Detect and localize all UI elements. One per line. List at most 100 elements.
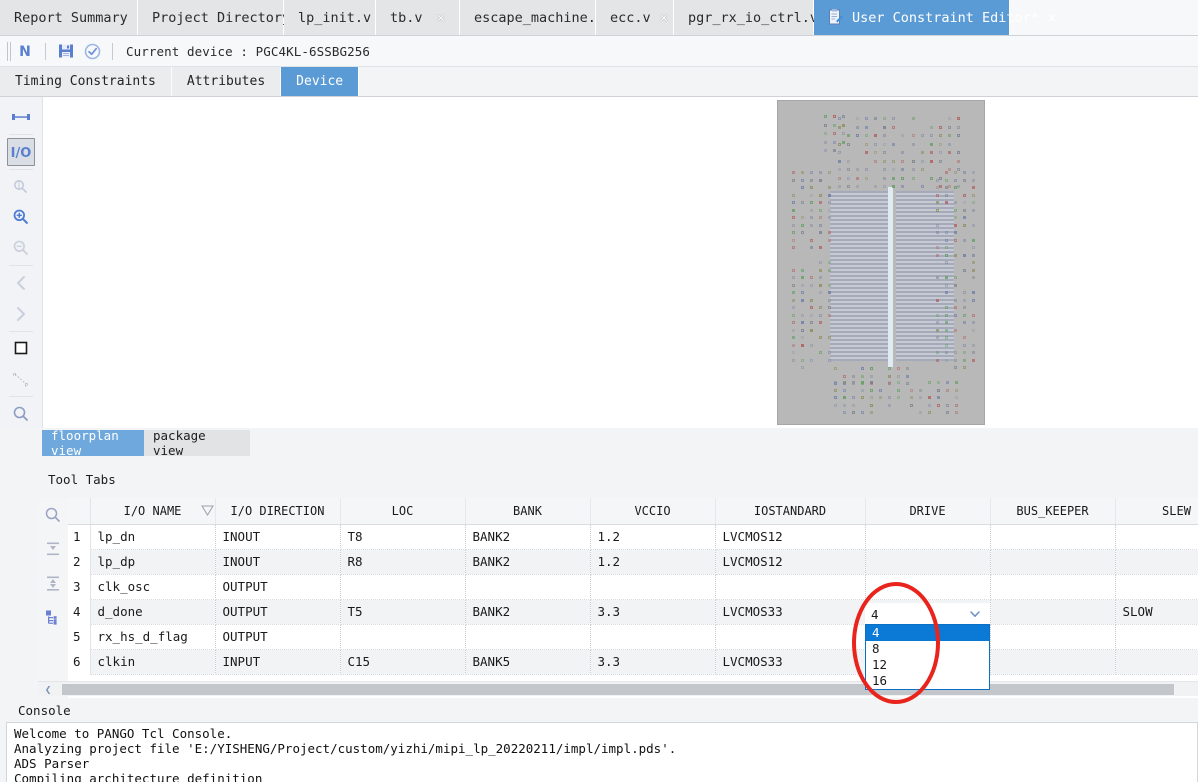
expand-all-icon[interactable] [42, 572, 64, 594]
check-icon[interactable] [79, 40, 105, 62]
view-tab-package-view[interactable]: package view [144, 428, 250, 458]
table-row[interactable]: 1 lp_dn INOUT T8 BANK2 1.2 LVCMOS12 [68, 524, 1198, 550]
column-header-slew[interactable]: SLEW [1115, 498, 1198, 525]
cell-loc[interactable] [340, 574, 466, 600]
cell-drive[interactable] [865, 524, 991, 550]
scrollbar-thumb[interactable] [62, 684, 1174, 695]
sub-tab-timing-constraints[interactable]: Timing Constraints [0, 67, 172, 96]
cell-vccio[interactable]: 1.2 [590, 549, 716, 575]
cell-io_name[interactable]: lp_dp [90, 549, 216, 575]
device-die-graphic[interactable] [777, 100, 985, 425]
fit-view-icon[interactable] [7, 103, 35, 131]
cell-loc[interactable]: T8 [340, 524, 466, 550]
io-table-scroll-area[interactable]: I/O NAME I/O DIRECTION LOC BANK VCCIO IOSTAND… [68, 498, 1198, 698]
table-row[interactable]: 2 lp_dp INOUT R8 BANK2 1.2 LVCMOS12 [68, 549, 1198, 575]
drive-option-12[interactable]: 12 [866, 657, 989, 673]
drive-option-8[interactable]: 8 [866, 641, 989, 657]
drive-option-16[interactable]: 16 [866, 673, 989, 689]
editor-tab-project-directory[interactable]: Project Directory [138, 0, 290, 35]
sub-tab-device[interactable]: Device [281, 67, 360, 96]
cell-slew[interactable] [1115, 549, 1198, 575]
editor-tab-lp-init-v[interactable]: lp_init.v✕ [284, 0, 389, 35]
cell-bus_keeper[interactable] [990, 624, 1116, 650]
cell-bank[interactable]: BANK2 [465, 524, 591, 550]
cell-vccio[interactable]: 3.3 [590, 649, 716, 675]
cell-iostandard[interactable]: LVCMOS12 [715, 549, 866, 575]
view-tab-floorplan-view[interactable]: floorplan view [42, 428, 144, 458]
select-region-icon[interactable] [7, 173, 35, 201]
chevron-down-icon[interactable] [969, 608, 981, 620]
cell-iostandard[interactable]: LVCMOS33 [715, 599, 866, 625]
cell-iostandard[interactable] [715, 624, 866, 650]
cell-drive[interactable] [865, 574, 991, 600]
cell-vccio[interactable]: 3.3 [590, 599, 716, 625]
hierarchy-icon[interactable] [42, 606, 64, 628]
column-header-i-o-name[interactable]: I/O NAME [90, 498, 216, 525]
editor-tab-pgr-rx-io-ctrl-v[interactable]: pgr_rx_io_ctrl.v✕ [674, 0, 835, 35]
cell-io_name[interactable]: rx_hs_d_flag [90, 624, 216, 650]
cell-slew[interactable] [1115, 524, 1198, 550]
close-icon[interactable]: ✕ [437, 11, 445, 25]
floorplan-canvas[interactable] [42, 97, 1198, 428]
column-header-drive[interactable]: DRIVE [865, 498, 991, 525]
search-icon[interactable] [7, 400, 35, 428]
toolbar-grip[interactable] [6, 41, 12, 61]
editor-tab-user-constraint-editor[interactable]: User Constraint Editor* ✕ [814, 0, 1056, 35]
column-header-bank[interactable]: BANK [465, 498, 591, 525]
cell-io_name[interactable]: clk_osc [90, 574, 216, 600]
previous-view-icon[interactable] [7, 269, 35, 297]
column-header-loc[interactable]: LOC [340, 498, 466, 525]
cell-slew[interactable] [1115, 574, 1198, 600]
editor-tab-escape-machine-v[interactable]: escape_machine.v✕ [460, 0, 621, 35]
rectangle-select-icon[interactable] [7, 335, 35, 363]
drive-combobox[interactable]: 4 [865, 603, 990, 626]
cell-direction[interactable]: OUTPUT [215, 624, 341, 650]
zoom-out-icon[interactable] [7, 234, 35, 262]
cell-io_name[interactable]: clkin [90, 649, 216, 675]
cell-loc[interactable]: C15 [340, 649, 466, 675]
measure-distance-icon[interactable]: n P [7, 365, 35, 393]
cell-io_name[interactable]: lp_dn [90, 524, 216, 550]
cell-drive[interactable] [865, 549, 991, 575]
cell-bus_keeper[interactable] [990, 524, 1116, 550]
cell-slew[interactable] [1115, 624, 1198, 650]
editor-tab-tb-v[interactable]: tb.v ✕ [376, 0, 460, 35]
column-header-iostandard[interactable]: IOSTANDARD [715, 498, 866, 525]
column-header-i-o-direction[interactable]: I/O DIRECTION [215, 498, 341, 525]
column-header-bus-keeper[interactable]: BUS_KEEPER [990, 498, 1116, 525]
console-output[interactable]: Welcome to PANGO Tcl Console. Analyzing p… [6, 722, 1198, 782]
io-ports-icon[interactable]: I/O [7, 137, 35, 166]
cell-bank[interactable]: BANK2 [465, 599, 591, 625]
scroll-left-button[interactable]: ❮ [40, 683, 56, 696]
cell-direction[interactable]: INOUT [215, 524, 341, 550]
new-constraint-icon[interactable]: N [12, 40, 38, 62]
cell-loc[interactable]: T5 [340, 599, 466, 625]
cell-bank[interactable] [465, 624, 591, 650]
next-view-icon[interactable] [7, 300, 35, 328]
close-icon[interactable]: ✕ [660, 11, 668, 25]
cell-loc[interactable]: R8 [340, 549, 466, 575]
cell-bank[interactable]: BANK2 [465, 549, 591, 575]
cell-slew[interactable] [1115, 649, 1198, 675]
cell-vccio[interactable] [590, 574, 716, 600]
search-icon[interactable] [42, 504, 64, 526]
cell-direction[interactable]: OUTPUT [215, 599, 341, 625]
column-header-vccio[interactable]: VCCIO [590, 498, 716, 525]
cell-direction[interactable]: OUTPUT [215, 574, 341, 600]
table-horizontal-scrollbar[interactable]: ❮ [38, 681, 1198, 696]
cell-io_name[interactable]: d_done [90, 599, 216, 625]
cell-bus_keeper[interactable] [990, 599, 1116, 625]
cell-iostandard[interactable]: LVCMOS12 [715, 524, 866, 550]
cell-bank[interactable] [465, 574, 591, 600]
cell-iostandard[interactable]: LVCMOS33 [715, 649, 866, 675]
drive-dropdown-list[interactable]: 4 8 12 16 [865, 624, 990, 690]
zoom-in-icon[interactable] [7, 203, 35, 231]
cell-bus_keeper[interactable] [990, 549, 1116, 575]
table-row[interactable]: 6 clkin INPUT C15 BANK5 3.3 LVCMOS33 [68, 649, 1198, 675]
cell-iostandard[interactable] [715, 574, 866, 600]
collapse-all-icon[interactable] [42, 538, 64, 560]
drive-option-4[interactable]: 4 [866, 625, 989, 641]
table-row[interactable]: 4 d_done OUTPUT T5 BANK2 3.3 LVCMOS33 SLOW [68, 599, 1198, 625]
cell-bus_keeper[interactable] [990, 574, 1116, 600]
cell-direction[interactable]: INPUT [215, 649, 341, 675]
